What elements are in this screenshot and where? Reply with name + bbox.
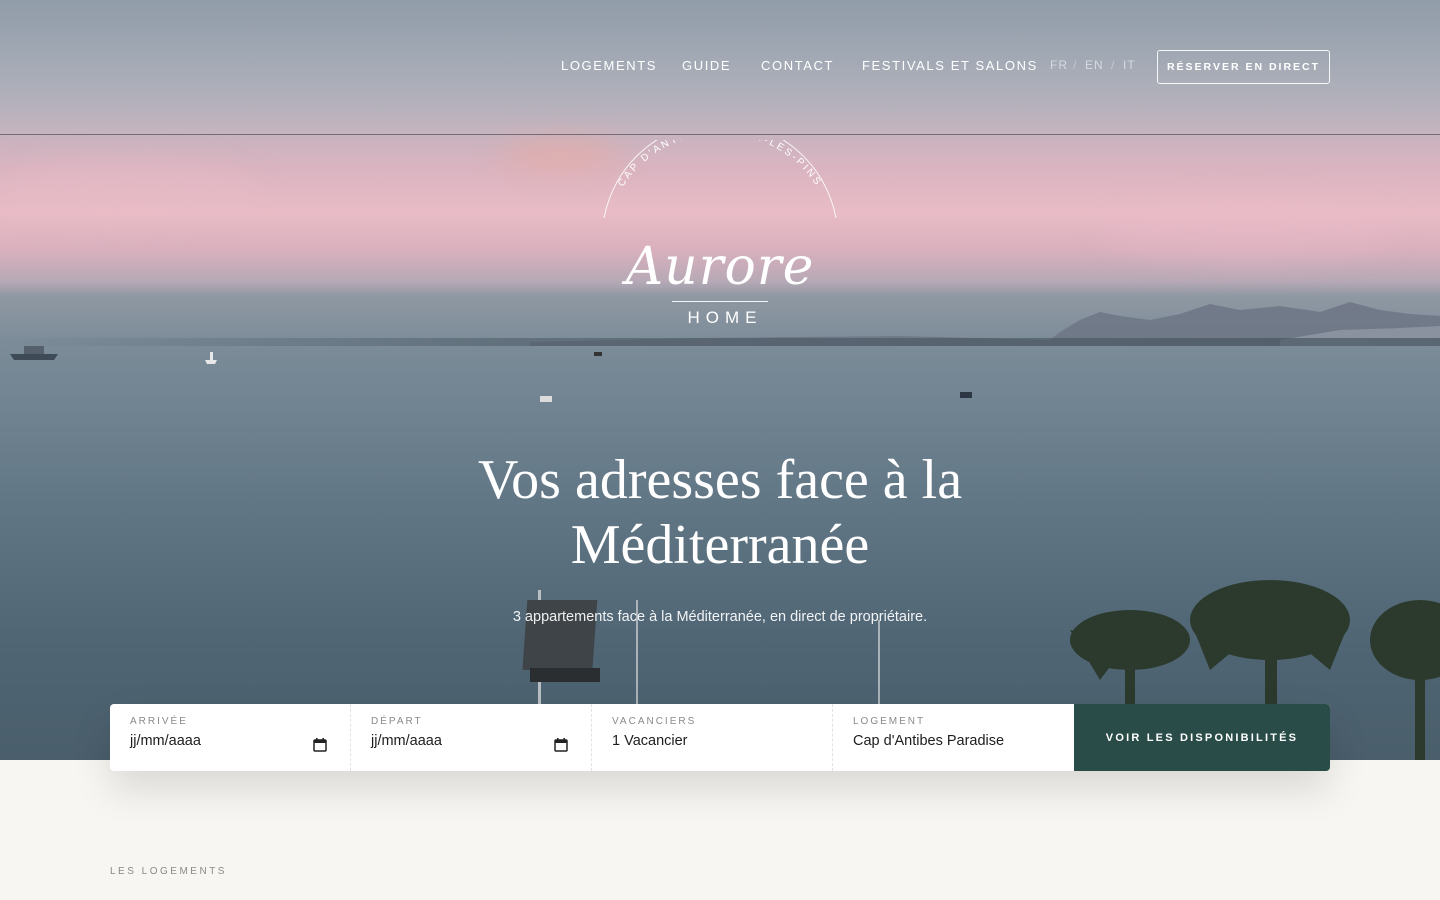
reserve-direct-button[interactable]: RÉSERVER EN DIRECT	[1157, 50, 1330, 84]
cloud	[0, 160, 260, 220]
departure-date-field[interactable]: DÉPART jj/mm/aaaa	[351, 704, 592, 771]
departure-date-input[interactable]: jj/mm/aaaa	[371, 733, 571, 749]
hero-banner: LOGEMENTS GUIDE CONTACT FESTIVALS ET SAL…	[0, 0, 1440, 760]
guests-select[interactable]: 1 Vacancier	[612, 733, 812, 749]
logo-subtitle: HOME	[687, 308, 763, 327]
check-availability-button[interactable]: VOIR LES DISPONIBILITÉS	[1074, 704, 1330, 771]
headline-line-2: Méditerranée	[570, 514, 870, 576]
arrival-label: ARRIVÉE	[130, 716, 188, 727]
boats	[10, 346, 972, 402]
nav-link-logements[interactable]: LOGEMENTS	[561, 58, 657, 73]
calendar-icon[interactable]	[554, 738, 568, 752]
arrival-date-field[interactable]: ARRIVÉE jj/mm/aaaa	[110, 704, 351, 771]
hero-subline: 3 appartements face à la Méditerranée, e…	[512, 609, 928, 625]
lang-it[interactable]: IT	[1123, 58, 1136, 72]
cloud	[1100, 200, 1400, 260]
logo-wordmark: Aurore	[625, 237, 815, 297]
lodging-field[interactable]: LOGEMENT Cap d'Antibes Paradise	[833, 704, 1074, 771]
lang-separator: /	[1111, 58, 1115, 72]
guests-field[interactable]: VACANCIERS 1 Vacancier	[592, 704, 833, 771]
lang-en[interactable]: EN	[1085, 58, 1104, 72]
headline-line-1: Vos adresses face à la	[477, 449, 963, 511]
guests-label: VACANCIERS	[612, 716, 697, 727]
hero-headline: Vos adresses face à la Méditerranée	[420, 448, 1020, 578]
nav-link-contact[interactable]: CONTACT	[761, 58, 834, 73]
booking-bar: ARRIVÉE jj/mm/aaaa DÉPART jj/mm/aaaa VAC…	[110, 704, 1330, 771]
nav-link-festivals[interactable]: FESTIVALS ET SALONS	[862, 58, 1038, 73]
lodging-select[interactable]: Cap d'Antibes Paradise	[853, 733, 1054, 749]
arrival-date-input[interactable]: jj/mm/aaaa	[130, 733, 330, 749]
calendar-icon[interactable]	[313, 738, 327, 752]
logo-divider	[672, 301, 768, 302]
nav-link-guide[interactable]: GUIDE	[682, 58, 731, 73]
logo-arc: CAP D'ANTIBES · JUAN-LES-PINS	[603, 140, 837, 219]
departure-label: DÉPART	[371, 716, 423, 727]
section-label: LES LOGEMENTS	[110, 866, 227, 877]
site-logo[interactable]: CAP D'ANTIBES · JUAN-LES-PINS Aurore HOM…	[600, 140, 840, 335]
lang-separator: /	[1073, 58, 1077, 72]
header-divider	[0, 134, 1440, 135]
lodging-label: LOGEMENT	[853, 716, 926, 727]
lang-fr[interactable]: FR	[1050, 58, 1068, 72]
